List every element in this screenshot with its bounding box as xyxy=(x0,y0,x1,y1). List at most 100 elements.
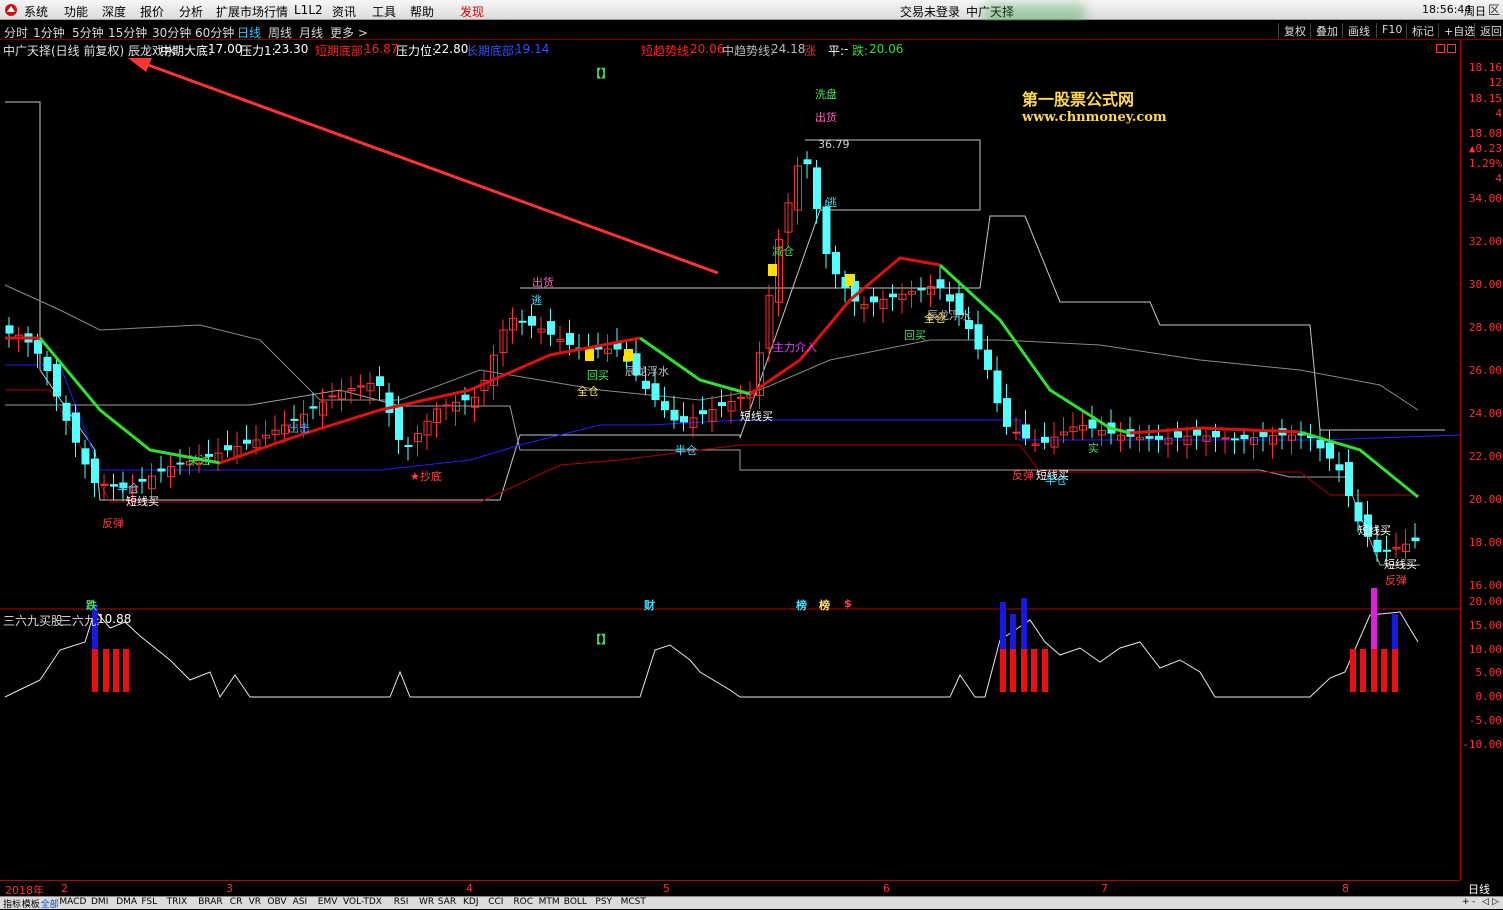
adjust-button[interactable]: 复权 xyxy=(1278,23,1306,38)
indicator-tab[interactable]: 全部 xyxy=(41,897,59,910)
indicator-tab[interactable]: KDJ xyxy=(463,897,479,907)
menu-extended-market[interactable]: 扩展市场行情 xyxy=(216,3,288,20)
signal-label: 逃 xyxy=(826,196,837,209)
add-watchlist-button[interactable]: +自选 xyxy=(1438,23,1475,38)
draw-line-button[interactable]: 画线 xyxy=(1342,23,1370,38)
signal-label: 逃 xyxy=(531,294,542,307)
event-mark[interactable]: 榜 xyxy=(796,597,807,613)
indicator-tab[interactable]: VOL-TDX xyxy=(343,897,382,907)
tab-5min[interactable]: 5分钟 xyxy=(72,24,104,41)
indicator-tab[interactable]: MTM xyxy=(539,897,560,907)
tab-daily[interactable]: 日线 xyxy=(237,24,261,41)
candle-body xyxy=(309,406,318,409)
indicator-tab[interactable]: ASI xyxy=(293,897,308,907)
indicator-tab[interactable]: BRAR xyxy=(198,897,222,907)
kline-chart[interactable] xyxy=(0,40,1460,880)
price-tick: 30.00 xyxy=(1468,277,1502,291)
candle-body xyxy=(1411,537,1420,542)
tab-60min[interactable]: 60分钟 xyxy=(195,24,234,41)
indicator-tab[interactable]: EMV xyxy=(318,897,338,907)
signal-label: 关注 xyxy=(188,454,210,467)
restore-window-button[interactable]: 区 xyxy=(1488,1,1500,18)
event-mark[interactable]: $ xyxy=(844,597,852,610)
menu-help[interactable]: 帮助 xyxy=(410,3,434,20)
indicator-tab[interactable]: VR xyxy=(249,897,261,907)
candle-body xyxy=(1145,436,1154,439)
overlay-button[interactable]: 叠加 xyxy=(1310,23,1338,38)
indicator-tab[interactable]: TRIX xyxy=(167,897,188,907)
axis-last-volume: 12 xyxy=(1488,76,1502,89)
app-logo-icon[interactable] xyxy=(4,3,18,20)
f10-button[interactable]: F10 xyxy=(1376,23,1402,38)
indicator-tab[interactable]: SAR xyxy=(438,897,456,907)
tab-1min[interactable]: 1分钟 xyxy=(33,24,65,41)
indicator-tab[interactable]: PSY xyxy=(595,897,612,907)
event-mark[interactable]: 【】 xyxy=(590,631,612,647)
trend-ma-line xyxy=(219,336,641,465)
candle-body xyxy=(1316,439,1325,449)
signal-label: 辰龙浮水 xyxy=(625,365,669,378)
indicator-tab[interactable]: OBV xyxy=(267,897,286,907)
menu-l1l2[interactable]: L1L2 xyxy=(294,3,323,17)
candle-body xyxy=(138,478,147,482)
menu-discover[interactable]: 发现 xyxy=(460,3,484,20)
indicator-tab[interactable]: DMI xyxy=(91,897,108,907)
menu-function[interactable]: 功能 xyxy=(64,3,88,20)
tab-more[interactable]: 更多 > xyxy=(330,24,368,41)
tab-15min[interactable]: 15分钟 xyxy=(108,24,147,41)
signal-label: ★抄底 xyxy=(410,470,442,483)
nav-button[interactable]: ▷ xyxy=(1492,897,1499,907)
price-axis: 18.16 12 18.15 4 18.08 ▲0.23 1.29% 4 34.… xyxy=(1460,40,1503,880)
candle-body xyxy=(1221,437,1230,440)
signal-label: 反弹 xyxy=(1385,574,1407,587)
date-axis: 2018年 2 3 4 5 6 7 8 xyxy=(0,880,1460,897)
indicator-bar xyxy=(1010,614,1016,649)
menu-system[interactable]: 系统 xyxy=(24,3,48,20)
long-ma-line xyxy=(4,284,1419,411)
back-button[interactable]: 返回 xyxy=(1474,23,1502,38)
nav-button[interactable]: - xyxy=(1472,897,1475,907)
menu-depth[interactable]: 深度 xyxy=(102,3,126,20)
signal-label: 短线买 xyxy=(1358,524,1391,537)
menu-analysis[interactable]: 分析 xyxy=(179,3,203,20)
axis-bid: 18.15 xyxy=(1468,92,1502,105)
indicator-tab[interactable]: DMA xyxy=(116,897,137,907)
indicator-tab[interactable]: 指标 xyxy=(3,897,21,910)
nav-button[interactable]: + xyxy=(1462,897,1470,907)
indicator-tab[interactable]: CCI xyxy=(488,897,503,907)
tab-weekly[interactable]: 周线 xyxy=(268,24,292,41)
candle-body xyxy=(936,279,945,288)
indicator-tab[interactable]: BOLL xyxy=(564,897,587,907)
axis-last-price: 18.16 xyxy=(1468,61,1502,74)
indicator-tab[interactable]: WR xyxy=(419,897,434,907)
menu-bar: 系统 功能 深度 报价 分析 扩展市场行情 L1L2 资讯 工具 帮助 发现 交… xyxy=(0,0,1503,35)
event-mark[interactable]: 榜 xyxy=(819,597,830,613)
signal-label: 洗盘 xyxy=(815,88,837,101)
menu-tools[interactable]: 工具 xyxy=(372,3,396,20)
event-mark[interactable]: 财 xyxy=(644,597,655,613)
event-mark[interactable]: 【】 xyxy=(590,65,612,81)
nav-button[interactable]: ◁ xyxy=(1482,897,1489,907)
tab-monthly[interactable]: 月线 xyxy=(299,24,323,41)
event-mark[interactable]: 跌 xyxy=(86,597,97,613)
login-status[interactable]: 交易未登录 xyxy=(900,3,960,20)
mark-button[interactable]: 标记 xyxy=(1406,23,1434,38)
indicator-bar xyxy=(1360,649,1366,692)
indicator-bar xyxy=(1000,649,1006,692)
menu-news[interactable]: 资讯 xyxy=(332,3,356,20)
tab-intraday[interactable]: 分时 xyxy=(4,24,28,41)
indicator-tab[interactable]: MACD xyxy=(59,897,86,907)
signal-label: 半仓 xyxy=(1045,474,1067,487)
indicator-tab[interactable]: RSI xyxy=(394,897,409,907)
candle-body xyxy=(661,401,669,411)
resistance-line xyxy=(5,101,981,501)
menu-quote[interactable]: 报价 xyxy=(140,3,164,20)
indicator-bar xyxy=(113,649,119,692)
indicator-tab[interactable]: 模板 xyxy=(22,897,40,910)
tab-30min[interactable]: 30分钟 xyxy=(152,24,191,41)
indicator-tab[interactable]: ROC xyxy=(513,897,533,907)
indicator-tab[interactable]: FSL xyxy=(141,897,157,907)
indicator-tab[interactable]: MCST xyxy=(621,897,646,907)
indicator-tab[interactable]: CR xyxy=(230,897,243,907)
candle-body xyxy=(34,340,42,354)
